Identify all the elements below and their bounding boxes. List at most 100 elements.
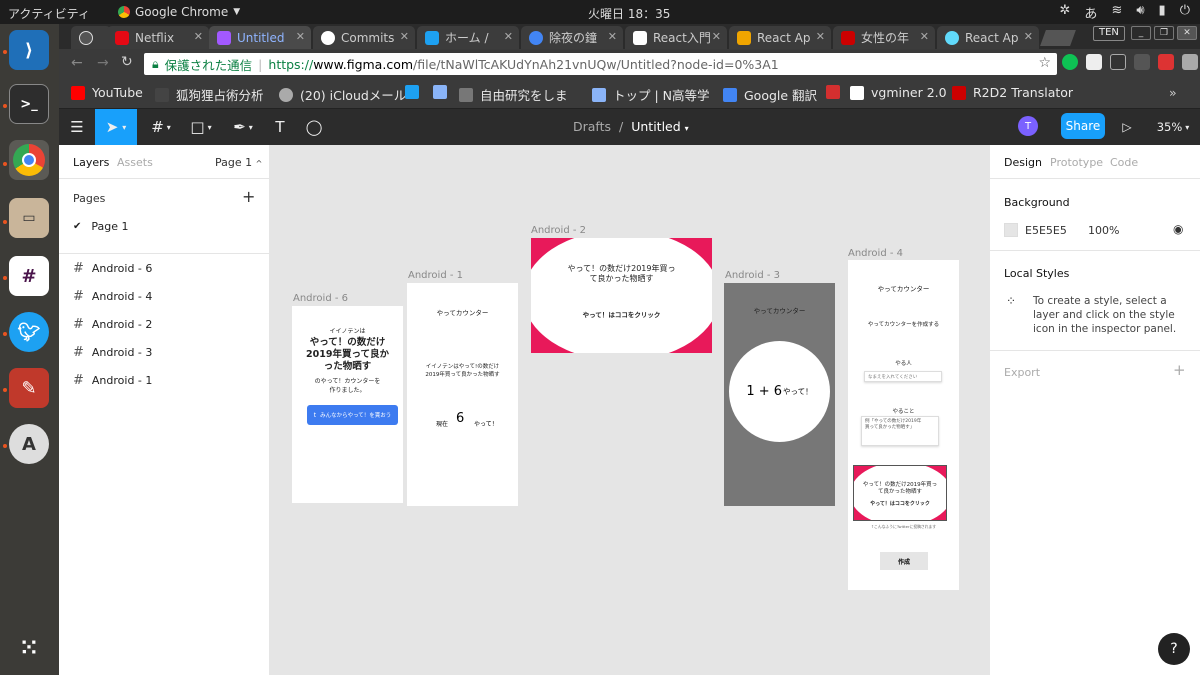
shape-tool-button[interactable]: □ ▾ (183, 109, 219, 145)
close-tab-icon[interactable]: ✕ (608, 30, 617, 43)
extension-icon[interactable] (1086, 54, 1102, 70)
bookmark-doc[interactable] (433, 85, 454, 99)
frame-tool-button[interactable]: # ▾ (143, 109, 179, 145)
name-input[interactable]: なまえを入れてください (864, 371, 942, 382)
tab-design[interactable]: Design (1004, 156, 1042, 169)
minimize-button[interactable]: _ (1131, 26, 1151, 40)
reload-icon[interactable]: ↻ (121, 54, 133, 70)
help-button[interactable]: ? (1158, 633, 1190, 665)
close-tab-icon[interactable]: ✕ (712, 30, 721, 43)
tab-assets[interactable]: Assets (117, 156, 153, 169)
counter-circle[interactable]: 1 + 6 やって！ (729, 341, 830, 442)
add-page-icon[interactable]: + (242, 187, 255, 206)
tab-amazon-react[interactable]: React入門 ✕ (625, 26, 727, 49)
show-apps-icon[interactable]: ⁙ (9, 628, 49, 668)
new-tab-button[interactable] (1040, 30, 1076, 46)
twitter-icon[interactable]: 🐦︎ (9, 312, 49, 352)
move-tool-button[interactable]: ➤ ▾ (95, 109, 137, 145)
tab-twitter-home[interactable]: ホーム / ✕ (417, 26, 519, 49)
tab-github-commits[interactable]: Commits ✕ (313, 26, 415, 49)
share-button[interactable]: Share (1061, 113, 1105, 139)
close-tab-icon[interactable]: ✕ (816, 30, 825, 43)
layer-item[interactable]: # Android - 4 (73, 286, 152, 306)
back-arrow-icon[interactable]: ← (71, 55, 83, 71)
tab-react-app-pd[interactable]: React Ap ✕ (729, 26, 831, 49)
tab-gmail[interactable]: 女性の年 ✕ (833, 26, 935, 49)
bookmark-it[interactable] (826, 85, 847, 99)
frame-android-1[interactable]: やってカウンター イイノテンはやって!の数だけ 2019年買って良かった物晒す … (407, 283, 518, 506)
bookmark-nhigh[interactable]: トップ | N高等学 (592, 85, 710, 104)
text-tool-button[interactable]: T (265, 109, 295, 145)
bookmark-google-translate[interactable]: Google 翻訳 (723, 85, 817, 104)
tab-layers[interactable]: Layers (73, 156, 109, 169)
forward-arrow-icon[interactable]: → (97, 55, 109, 71)
chevron-down-icon[interactable]: ▾ (685, 124, 689, 133)
bookmark-twitter[interactable] (405, 85, 426, 99)
bg-opacity-value[interactable]: 100% (1088, 224, 1119, 237)
cors-extension-icon[interactable] (1158, 54, 1174, 70)
power-icon[interactable]: ⏻ (1180, 3, 1190, 22)
close-tab-icon[interactable]: ✕ (400, 30, 409, 43)
address-bar[interactable]: 🔒︎ 保護された通信 | https:// www.figma.com /fil… (144, 53, 1057, 75)
tab-google-search[interactable]: 除夜の鐘 ✕ (521, 26, 623, 49)
volume-icon[interactable]: 🔊︎ (1136, 3, 1144, 22)
eye-icon[interactable]: ◉ (1173, 222, 1183, 236)
tab-code[interactable]: Code (1110, 156, 1138, 169)
chrome-dock-icon[interactable] (9, 140, 49, 180)
close-tab-icon[interactable]: ✕ (1024, 30, 1033, 43)
extension-icon[interactable] (1110, 54, 1126, 70)
bookmark-star-icon[interactable]: ☆ (1038, 55, 1051, 71)
battery-icon[interactable]: ▮ (1159, 3, 1166, 22)
tab-netflix[interactable]: Netflix ✕ (107, 26, 209, 49)
hamburger-menu-icon[interactable]: ☰ (59, 109, 95, 145)
frame-android-6[interactable]: イイノテンは やって！の数だけ2019年買って良かった物晒す のやって！カウンタ… (292, 306, 403, 503)
frame-android-4[interactable]: やってカウンター やってカウンターを作成する やる人 なまえを入れてください や… (848, 260, 959, 590)
ime-indicator[interactable]: あ (1084, 3, 1097, 22)
tab-0[interactable] (71, 26, 111, 49)
close-tab-icon[interactable]: ✕ (504, 30, 513, 43)
extension-icon[interactable] (1182, 54, 1198, 70)
more-bookmarks-icon[interactable]: » (1169, 85, 1177, 100)
bookmark-r2d2[interactable]: R2D2 Translator (952, 85, 1073, 100)
terminal-icon[interactable]: >_ (9, 84, 49, 124)
layer-item[interactable]: # Android - 6 (73, 258, 152, 278)
line-extension-icon[interactable] (1062, 54, 1078, 70)
extension-icon[interactable] (1134, 54, 1150, 70)
activities-button[interactable]: アクティビティ (8, 5, 90, 22)
close-tab-icon[interactable]: ✕ (194, 30, 203, 43)
zoom-menu[interactable]: 35% ▾ (1153, 109, 1193, 145)
frame-android-2[interactable]: やって！の数だけ2019年買っ て良かった物晒す やって！はココをクリック (531, 238, 712, 353)
clock[interactable]: 火曜日 18：35 (588, 5, 670, 22)
app-menu[interactable]: Google Chrome ▼ (118, 5, 240, 19)
bookmark-fortune[interactable]: 狐狗狸占術分析 (155, 85, 264, 104)
create-button[interactable]: 作成 (880, 552, 928, 570)
pen-tool-button[interactable]: ✒ ▾ (225, 109, 261, 145)
page-item[interactable]: ✔ Page 1 (73, 216, 129, 236)
layer-item[interactable]: # Android - 2 (73, 314, 152, 334)
design-canvas[interactable]: Android - 6 イイノテンは やって！の数だけ2019年買って良かった物… (270, 145, 989, 675)
settings-tools-icon[interactable]: ✎ (9, 368, 49, 408)
frame-label[interactable]: Android - 1 (408, 270, 463, 281)
color-swatch[interactable] (1004, 223, 1018, 237)
add-export-icon[interactable]: + (1173, 361, 1186, 379)
maximize-button[interactable]: ❐ (1154, 26, 1174, 40)
bookmark-icloud[interactable]: (20) iCloudメール (279, 85, 406, 104)
twitter-share-button[interactable]: t みんなからやって！を貰おう (307, 405, 398, 425)
breadcrumb-drafts[interactable]: Drafts (573, 119, 611, 134)
tab-prototype[interactable]: Prototype (1050, 156, 1103, 169)
software-updater-icon[interactable]: A (9, 424, 49, 464)
bg-hex-value[interactable]: E5E5E5 (1025, 224, 1067, 237)
close-tab-icon[interactable]: ✕ (296, 30, 305, 43)
frame-label[interactable]: Android - 3 (725, 270, 780, 281)
bookmark-research[interactable]: 自由研究をしま (459, 85, 568, 104)
files-icon[interactable]: ▭ (9, 198, 49, 238)
comment-tool-button[interactable]: ◯ (299, 109, 329, 145)
layer-item[interactable]: # Android - 1 (73, 370, 152, 390)
cta-text[interactable]: やって！はココをクリック (531, 309, 712, 319)
page-selector[interactable]: Page 1 ^ (215, 156, 262, 169)
frame-label[interactable]: Android - 2 (531, 225, 586, 236)
frame-label[interactable]: Android - 4 (848, 248, 903, 259)
slack-tray-icon[interactable]: ✲ (1060, 3, 1071, 22)
file-name[interactable]: Untitled (631, 119, 680, 134)
todo-textarea[interactable]: 例「やっての数だけ2019年 買って良かった物晒す」 (861, 416, 939, 446)
